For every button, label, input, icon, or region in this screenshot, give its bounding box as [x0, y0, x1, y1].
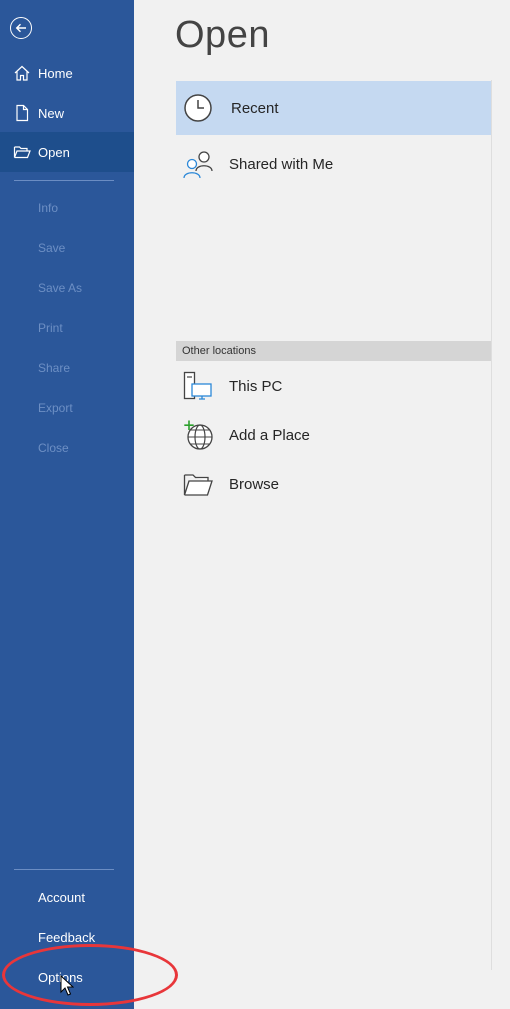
location-recent-label: Recent: [231, 99, 279, 117]
location-this-pc-label: This PC: [229, 377, 283, 395]
nav-open-label: Open: [38, 144, 70, 160]
nav-export: Export: [0, 388, 134, 428]
nav-save-as: Save As: [0, 268, 134, 308]
nav-info-label: Info: [38, 201, 59, 215]
nav-new[interactable]: New: [0, 93, 134, 133]
nav-home-label: Home: [38, 65, 73, 81]
sidebar-divider-top: [14, 180, 114, 181]
page-title: Open: [175, 14, 270, 56]
home-icon: [13, 64, 31, 82]
nav-print-label: Print: [38, 321, 63, 335]
location-this-pc[interactable]: This PC: [176, 366, 492, 406]
folder-open-icon: [182, 468, 214, 500]
nav-save: Save: [0, 228, 134, 268]
nav-save-label: Save: [38, 241, 66, 255]
nav-close: Close: [0, 428, 134, 468]
clock-icon: [182, 92, 214, 124]
nav-share-label: Share: [38, 361, 71, 375]
back-arrow-icon[interactable]: [10, 17, 32, 39]
location-shared-with-me[interactable]: Shared with Me: [176, 137, 492, 191]
nav-share: Share: [0, 348, 134, 388]
other-locations-header: Other locations: [176, 341, 492, 361]
nav-save-as-label: Save As: [38, 281, 83, 295]
nav-export-label: Export: [38, 401, 73, 415]
location-shared-label: Shared with Me: [229, 155, 334, 173]
sidebar-divider-bottom: [14, 869, 114, 870]
open-pane: Open Recent Shared with Me Other locatio…: [134, 0, 510, 1009]
nav-account-label: Account: [38, 889, 85, 905]
people-icon: [182, 148, 214, 180]
annotation-highlight-circle: [2, 944, 178, 1006]
location-browse[interactable]: Browse: [176, 464, 492, 504]
backstage-sidebar: Home New Open Info Save Save As Print Sh…: [0, 0, 134, 1009]
nav-info: Info: [0, 188, 134, 228]
mouse-cursor-icon: [60, 974, 75, 1002]
nav-print: Print: [0, 308, 134, 348]
open-folder-icon: [13, 143, 31, 161]
location-browse-label: Browse: [229, 475, 280, 493]
location-recent[interactable]: Recent: [176, 81, 492, 135]
nav-open[interactable]: Open: [0, 132, 134, 172]
location-add-place-label: Add a Place: [229, 426, 310, 444]
nav-feedback-label: Feedback: [38, 929, 96, 945]
location-add-a-place[interactable]: Add a Place: [176, 415, 492, 455]
new-document-icon: [13, 104, 31, 122]
nav-new-label: New: [38, 105, 65, 121]
computer-icon: [182, 370, 214, 402]
nav-home[interactable]: Home: [0, 53, 134, 93]
globe-add-icon: [182, 419, 214, 451]
pane-divider: [491, 80, 492, 970]
nav-close-label: Close: [38, 441, 69, 455]
nav-account[interactable]: Account: [0, 877, 134, 917]
